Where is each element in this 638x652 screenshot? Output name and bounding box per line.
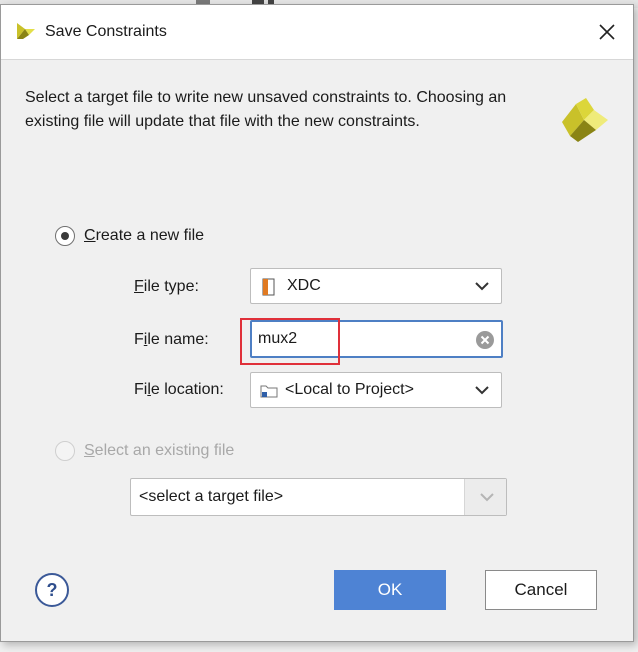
dialog-body: Select a target file to write new unsave…: [1, 60, 633, 641]
file-location-dropdown[interactable]: <Local to Project>: [250, 372, 502, 408]
ok-button[interactable]: OK: [334, 570, 446, 610]
chevron-down-icon: [475, 282, 489, 291]
existing-file-placeholder: <select a target file>: [139, 488, 284, 505]
file-type-label: File type:: [134, 278, 199, 295]
xdc-file-icon: [262, 278, 275, 296]
file-type-value: XDC: [287, 277, 321, 294]
file-location-value: <Local to Project>: [285, 381, 414, 398]
close-button[interactable]: [587, 15, 627, 49]
file-name-label: File name:: [134, 331, 209, 348]
close-icon: [599, 24, 615, 40]
help-icon: ?: [46, 579, 58, 600]
save-constraints-dialog: Save Constraints Select a target file to…: [0, 4, 634, 642]
file-name-value: mux2: [258, 330, 298, 347]
vivado-brand-logo-icon: [562, 98, 608, 142]
title-bar: Save Constraints: [1, 5, 633, 60]
create-new-file-radio[interactable]: [55, 226, 75, 246]
dialog-title: Save Constraints: [45, 23, 167, 40]
dialog-description: Select a target file to write new unsave…: [25, 89, 507, 130]
select-existing-file-label[interactable]: Select an existing file: [84, 442, 234, 460]
clear-text-icon[interactable]: [475, 330, 495, 350]
chevron-down-icon: [480, 493, 494, 502]
cancel-button[interactable]: Cancel: [485, 570, 597, 610]
chevron-down-icon: [475, 386, 489, 395]
folder-icon: [260, 385, 278, 398]
select-existing-file-radio[interactable]: [55, 441, 75, 461]
help-button[interactable]: ?: [35, 573, 69, 607]
create-new-file-label[interactable]: Create a new file: [84, 227, 204, 245]
file-location-label: File location:: [134, 381, 224, 398]
vivado-logo-icon: [17, 23, 35, 39]
file-name-input[interactable]: mux2: [250, 320, 503, 358]
file-type-dropdown[interactable]: XDC: [250, 268, 502, 304]
existing-file-dropdown[interactable]: <select a target file>: [130, 478, 507, 516]
